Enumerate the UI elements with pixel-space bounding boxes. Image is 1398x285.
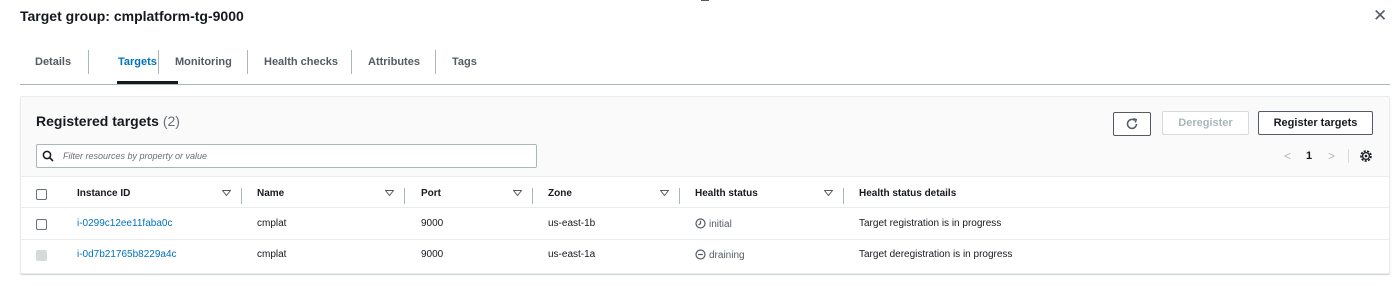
tab-divider [435, 50, 436, 74]
tab-bar: Details Targets Monitoring Health checks… [20, 40, 1390, 85]
pager-divider [1348, 149, 1349, 163]
column-header-zone[interactable]: Zone [548, 188, 572, 199]
column-header-health-status-details[interactable]: Health status details [859, 188, 956, 199]
column-divider[interactable] [679, 188, 680, 204]
tab-divider [158, 50, 159, 74]
health-status-text: initial [709, 219, 732, 230]
column-header-health-status[interactable]: Health status [695, 188, 758, 199]
page-number[interactable]: 1 [1306, 148, 1312, 164]
next-page-button[interactable]: > [1328, 148, 1335, 164]
port-cell: 9000 [421, 218, 444, 229]
sort-icon[interactable] [385, 190, 394, 196]
clock-icon [695, 218, 706, 229]
refresh-button[interactable] [1113, 112, 1151, 136]
previous-page-button[interactable]: < [1284, 148, 1291, 164]
sort-icon[interactable] [660, 190, 669, 196]
column-divider[interactable] [843, 188, 844, 204]
tab-divider [247, 50, 248, 74]
instance-id-link[interactable]: i-0299c12ee11faba0c [77, 218, 172, 229]
tab-monitoring[interactable]: Monitoring [175, 50, 232, 74]
sort-icon[interactable] [513, 190, 522, 196]
name-cell: cmplat [257, 218, 287, 229]
column-divider[interactable] [404, 188, 405, 204]
minus-circle-icon [695, 249, 706, 260]
table-header: Instance ID Name Port Zone Health status… [21, 182, 1389, 208]
column-header-name[interactable]: Name [257, 188, 284, 199]
tab-divider [88, 50, 89, 74]
tab-targets[interactable]: Targets [118, 50, 157, 74]
refresh-icon [1126, 117, 1138, 130]
health-details-cell: Target deregistration is in progress [859, 249, 1013, 260]
panel-title-text: Registered targets [36, 113, 159, 129]
tab-tags[interactable]: Tags [452, 50, 477, 74]
registered-targets-panel: Registered targets (2) Deregister Regist… [20, 96, 1390, 274]
port-cell: 9000 [421, 249, 444, 260]
health-status-text: draining [709, 250, 745, 261]
search-icon [42, 150, 54, 162]
sort-icon[interactable] [824, 190, 833, 196]
top-drag-mark [701, 0, 709, 1]
deregister-button[interactable]: Deregister [1162, 111, 1249, 135]
select-all-checkbox[interactable] [36, 189, 47, 200]
tab-attributes[interactable]: Attributes [368, 50, 420, 74]
table-row[interactable]: i-0299c12ee11faba0c cmplat 9000 us-east-… [21, 209, 1389, 240]
name-cell: cmplat [257, 249, 287, 260]
instance-id-link[interactable]: i-0d7b21765b8229a4c [77, 249, 177, 260]
sort-icon[interactable] [222, 190, 231, 196]
register-targets-button[interactable]: Register targets [1258, 111, 1373, 135]
search-box [36, 144, 537, 168]
row-checkbox[interactable] [36, 219, 47, 230]
active-tab-indicator [117, 81, 178, 84]
zone-cell: us-east-1b [548, 218, 596, 229]
tab-health-checks[interactable]: Health checks [264, 50, 338, 74]
health-status-cell: draining [695, 249, 745, 261]
column-header-instance-id[interactable]: Instance ID [77, 188, 130, 199]
tab-details[interactable]: Details [35, 50, 71, 74]
close-icon[interactable]: ✕ [1373, 6, 1387, 26]
panel-header: Registered targets (2) Deregister Regist… [21, 97, 1389, 177]
column-divider[interactable] [241, 188, 242, 204]
tab-divider [351, 50, 352, 74]
search-input[interactable] [63, 145, 533, 167]
target-count: (2) [162, 113, 180, 129]
row-checkbox [36, 250, 47, 261]
health-details-cell: Target registration is in progress [859, 218, 1002, 229]
panel-title: Registered targets (2) [36, 113, 180, 129]
table-row[interactable]: i-0d7b21765b8229a4c cmplat 9000 us-east-… [21, 240, 1389, 271]
zone-cell: us-east-1a [548, 249, 596, 260]
gear-icon[interactable] [1359, 149, 1373, 163]
column-divider[interactable] [532, 188, 533, 204]
column-header-port[interactable]: Port [421, 188, 441, 199]
page-title: Target group: cmplatform-tg-9000 [20, 8, 244, 24]
health-status-cell: initial [695, 218, 732, 230]
